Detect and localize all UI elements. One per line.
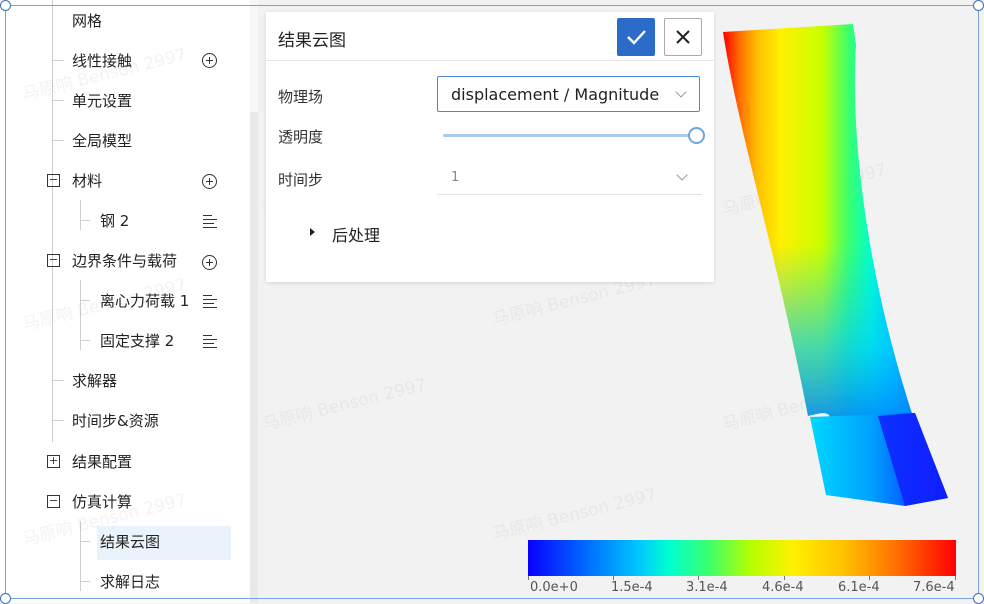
close-icon xyxy=(676,30,690,44)
opacity-slider-thumb[interactable] xyxy=(688,127,705,144)
resize-handle[interactable] xyxy=(0,0,11,11)
add-icon[interactable] xyxy=(202,53,217,68)
tree-item-boundary-loads[interactable]: − 边界条件与载荷 xyxy=(0,240,250,280)
tree-item-materials[interactable]: − 材料 xyxy=(0,160,250,200)
legend-tick: 1.5e-4 xyxy=(611,580,653,595)
resize-handle[interactable] xyxy=(973,593,984,604)
field-select[interactable]: displacement / Magnitude xyxy=(437,76,700,112)
color-legend-bar xyxy=(528,540,956,576)
expand-triangle-icon[interactable] xyxy=(310,228,315,236)
result-contour-panel: 结果云图 物理场 displacement / Magnitude 透明度 时间… xyxy=(266,12,714,282)
tree-item-steel[interactable]: 钢 2 xyxy=(0,200,250,240)
add-icon[interactable] xyxy=(202,174,217,189)
tree-item-solve-log[interactable]: 求解日志 xyxy=(0,561,250,601)
field-label: 物理场 xyxy=(278,88,324,106)
chevron-down-icon xyxy=(676,169,688,181)
opacity-label: 透明度 xyxy=(278,128,324,146)
confirm-button[interactable] xyxy=(617,18,655,56)
collapse-icon[interactable]: − xyxy=(47,254,60,267)
details-icon[interactable] xyxy=(203,215,217,229)
legend-tick: 0.0e+0 xyxy=(530,580,578,595)
timestep-label: 时间步 xyxy=(278,171,324,189)
details-icon[interactable] xyxy=(203,295,217,309)
tree-item-global-model[interactable]: 全局模型 xyxy=(0,120,250,160)
opacity-slider-track[interactable] xyxy=(443,134,693,137)
resize-handle[interactable] xyxy=(0,593,11,604)
timestep-select[interactable]: 1 xyxy=(437,162,702,195)
panel-title: 结果云图 xyxy=(278,31,346,51)
details-icon[interactable] xyxy=(203,335,217,349)
expand-icon[interactable]: + xyxy=(47,455,60,468)
legend-tick: 3.1e-4 xyxy=(686,580,728,595)
tree-item-solver[interactable]: 求解器 xyxy=(0,360,250,400)
sidebar-scrollbar-thumb[interactable] xyxy=(250,0,258,112)
tree-item-result-config[interactable]: + 结果配置 xyxy=(0,441,250,481)
postprocess-section[interactable]: 后处理 xyxy=(332,222,380,246)
add-icon[interactable] xyxy=(202,255,217,270)
chevron-down-icon xyxy=(675,86,687,98)
result-contour-viewport[interactable] xyxy=(718,20,953,510)
legend-tick: 4.6e-4 xyxy=(762,580,804,595)
watermark: 马原响 Benson 2997 xyxy=(490,484,659,545)
tree-item-timestep-resources[interactable]: 时间步&资源 xyxy=(0,400,250,440)
resize-handle[interactable] xyxy=(973,0,984,11)
collapse-icon[interactable]: − xyxy=(47,495,60,508)
watermark: 马原响 Benson 2997 xyxy=(260,374,429,435)
collapse-icon[interactable]: − xyxy=(47,174,60,187)
check-icon xyxy=(627,30,646,45)
legend-tick: 6.1e-4 xyxy=(838,580,880,595)
app-window: 网格 线性接触 单元设置 全局模型 − 材料 钢 2 − 边界条件与载荷 离心力… xyxy=(0,0,984,604)
close-button[interactable] xyxy=(664,18,702,56)
legend-tick: 7.6e-4 xyxy=(913,580,955,595)
tree-item-mesh[interactable]: 网格 xyxy=(0,0,250,40)
